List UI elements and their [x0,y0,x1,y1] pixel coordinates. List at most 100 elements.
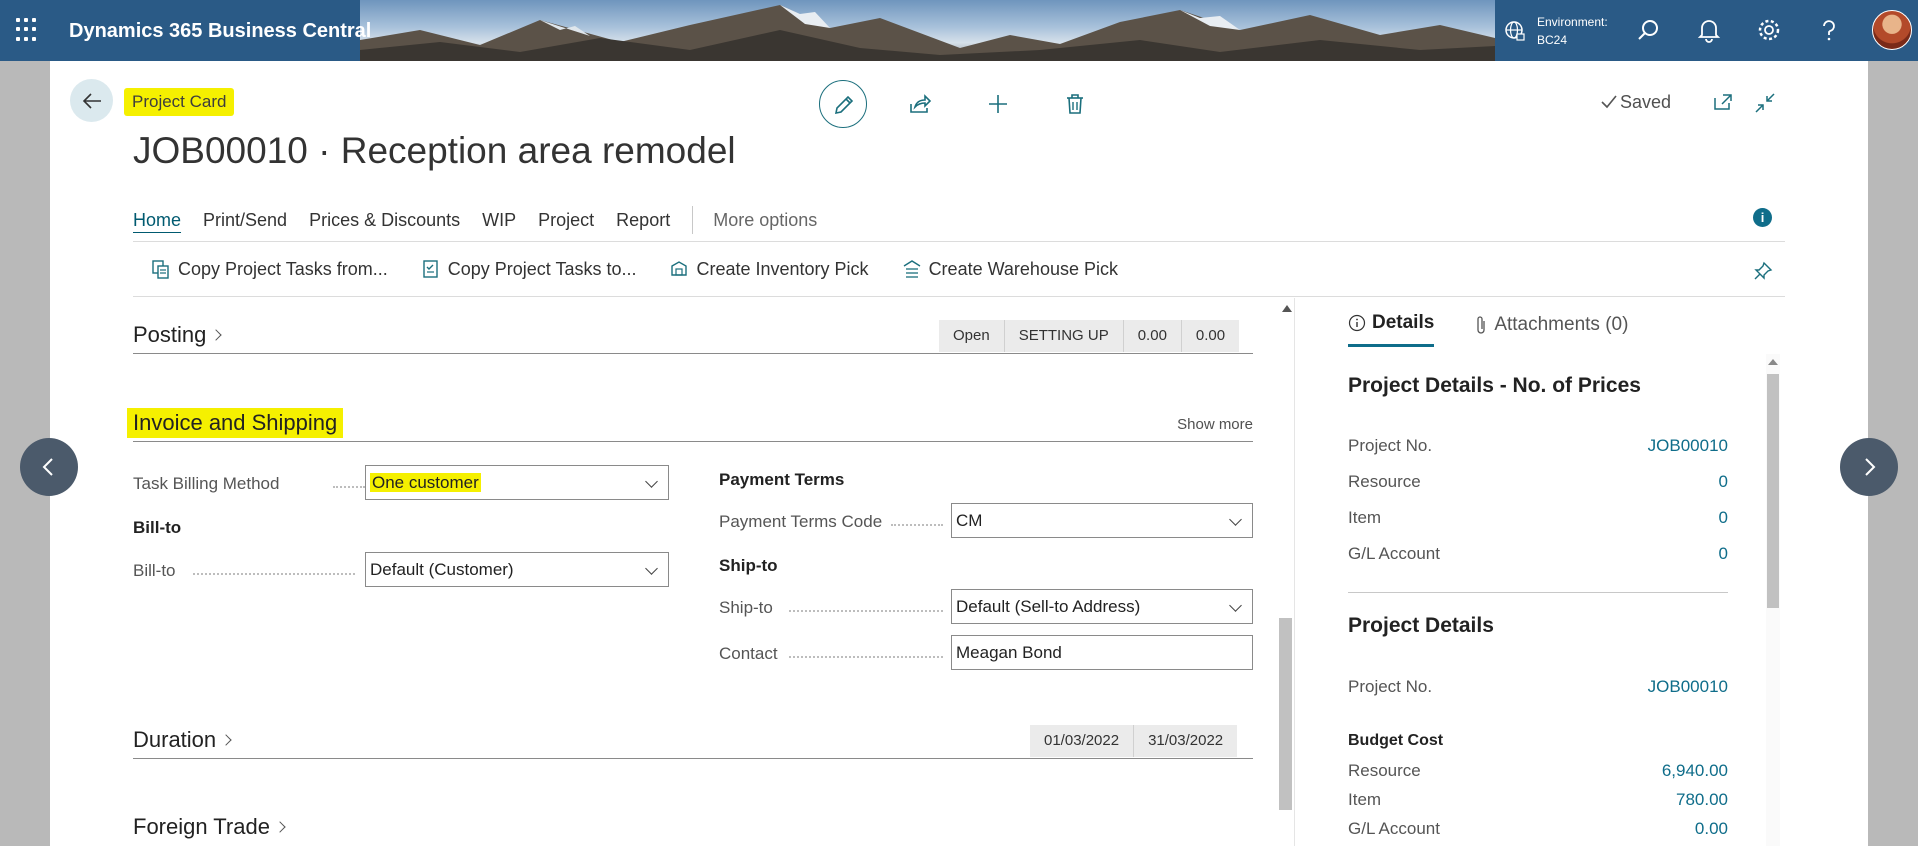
bill-to-value: Default (Customer) [370,560,514,579]
create-warehouse-pick-button[interactable]: Create Warehouse Pick [901,258,1118,280]
tab-details[interactable]: Details [1348,312,1435,347]
globe-icon[interactable] [1504,20,1526,42]
checkmark-icon [1601,95,1617,109]
top-bar: Dynamics 365 Business Central Environmen… [0,0,1918,61]
leader-dots [789,610,943,612]
fasttab-foreign-trade[interactable]: Foreign Trade [133,814,286,840]
promoted-actions: Copy Project Tasks from... Copy Project … [150,258,1150,280]
show-more-link[interactable]: Show more [1177,416,1253,433]
menu-print-send[interactable]: Print/Send [203,210,287,231]
fb-details-project-no-link[interactable]: JOB00010 [1648,677,1728,697]
leader-dots [789,656,943,658]
chevron-right-icon [210,329,223,341]
previous-record-button[interactable] [20,438,78,496]
fasttab-invoice-shipping[interactable]: Invoice and Shipping [127,408,344,438]
payment-terms-code-label: Payment Terms Code [719,512,883,531]
posting-summary-stage: SETTING UP [1003,320,1123,352]
create-inventory-pick-button[interactable]: Create Inventory Pick [668,258,869,280]
scroll-up-arrow-icon[interactable] [1282,305,1292,312]
factbox-scrollbar[interactable] [1766,354,1780,846]
copy-project-tasks-to-button[interactable]: Copy Project Tasks to... [420,258,636,280]
new-button[interactable] [974,80,1022,128]
task-billing-method-value: One customer [370,473,481,492]
info-outline-icon [1348,314,1366,332]
posting-summary-value-1: 0.00 [1122,320,1181,352]
chevron-down-icon [1229,513,1242,526]
pin-icon[interactable] [1752,260,1774,282]
factbox-pane: Details Attachments (0) Project Details … [1330,298,1790,846]
duration-end-date: 31/03/2022 [1133,725,1237,757]
share-icon [910,94,932,113]
fasttab-duration[interactable]: Duration [133,727,232,753]
task-billing-method-select[interactable]: One customer [365,465,669,500]
ship-to-label: Ship-to [719,598,773,617]
task-billing-method-label: Task Billing Method [133,474,280,493]
fasttab-divider [133,758,1253,759]
bill-to-select[interactable]: Default (Customer) [365,552,669,587]
info-icon[interactable]: i [1753,208,1772,227]
menu-prices-discounts[interactable]: Prices & Discounts [309,210,460,231]
app-title[interactable]: Dynamics 365 Business Central [69,20,371,43]
factbox-prices-title: Project Details - No. of Prices [1348,374,1641,397]
app-launcher-icon[interactable] [16,18,40,42]
scroll-up-arrow-icon[interactable] [1768,359,1778,365]
banner-mountains [360,5,1495,61]
back-button[interactable] [70,79,113,122]
open-new-window-icon[interactable] [1712,92,1734,114]
payment-terms-code-select[interactable]: CM [951,503,1253,538]
posting-summary: Open SETTING UP 0.00 0.00 [939,320,1240,352]
fb-row-label: Resource [1348,761,1421,780]
menu-home[interactable]: Home [133,210,181,231]
help-icon[interactable] [1816,17,1842,43]
next-record-button[interactable] [1840,438,1898,496]
chevron-down-icon [645,475,658,488]
fb-row-label: G/L Account [1348,544,1440,563]
duration-summary: 01/03/2022 31/03/2022 [1030,725,1238,757]
fb-project-no-link[interactable]: JOB00010 [1648,436,1728,456]
create-warehouse-pick-label: Create Warehouse Pick [928,258,1118,279]
search-icon[interactable] [1636,17,1662,43]
tab-attachments[interactable]: Attachments (0) [1474,312,1628,347]
menu-more-options[interactable]: More options [713,210,817,231]
ship-to-group-title: Ship-to [719,556,778,575]
pencil-icon [834,95,854,115]
divider [133,241,1785,242]
chevron-right-icon [1865,458,1876,476]
scrollbar-thumb[interactable] [1279,618,1292,810]
delete-button[interactable] [1051,80,1099,128]
fb-budget-gl-account-link[interactable]: 0.00 [1695,819,1728,839]
bell-icon[interactable] [1696,17,1722,43]
fb-row-label: Resource [1348,472,1421,491]
trash-icon [1067,94,1083,114]
menu-report[interactable]: Report [616,210,670,231]
fb-gl-account-prices-link[interactable]: 0 [1719,544,1728,564]
tab-details-label: Details [1372,312,1435,333]
ship-to-select[interactable]: Default (Sell-to Address) [951,589,1253,624]
environment-label: Environment: [1537,15,1608,29]
fb-row-details-project-no: Project No. JOB00010 [1348,677,1728,697]
factbox-details-title: Project Details [1348,614,1494,637]
menu-wip[interactable]: WIP [482,210,516,231]
environment-indicator[interactable]: Environment: BC24 [1537,13,1608,49]
fb-budget-resource-link[interactable]: 6,940.00 [1662,761,1728,781]
action-bar: Home Print/Send Prices & Discounts WIP P… [133,205,839,235]
gear-icon[interactable] [1756,17,1782,43]
menu-project[interactable]: Project [538,210,594,231]
fb-resource-prices-link[interactable]: 0 [1719,472,1728,492]
avatar[interactable] [1872,10,1912,50]
payment-terms-group-title: Payment Terms [719,470,845,489]
plus-icon [989,95,1007,113]
fasttab-posting[interactable]: Posting [133,322,223,348]
page-caption: Project Card [124,88,235,116]
collapse-icon[interactable] [1754,92,1776,114]
content-area: Posting Open SETTING UP 0.00 0.00 Invoic… [127,298,1253,846]
duration-start-date: 01/03/2022 [1044,732,1120,749]
budget-cost-title: Budget Cost [1348,732,1444,749]
factbox-scrollbar-thumb[interactable] [1767,374,1779,608]
share-button[interactable] [896,80,944,128]
fb-item-prices-link[interactable]: 0 [1719,508,1728,528]
copy-project-tasks-from-button[interactable]: Copy Project Tasks from... [150,258,388,280]
edit-button[interactable] [819,80,867,128]
contact-input[interactable]: Meagan Bond [951,635,1253,670]
fb-budget-item-link[interactable]: 780.00 [1676,790,1728,810]
